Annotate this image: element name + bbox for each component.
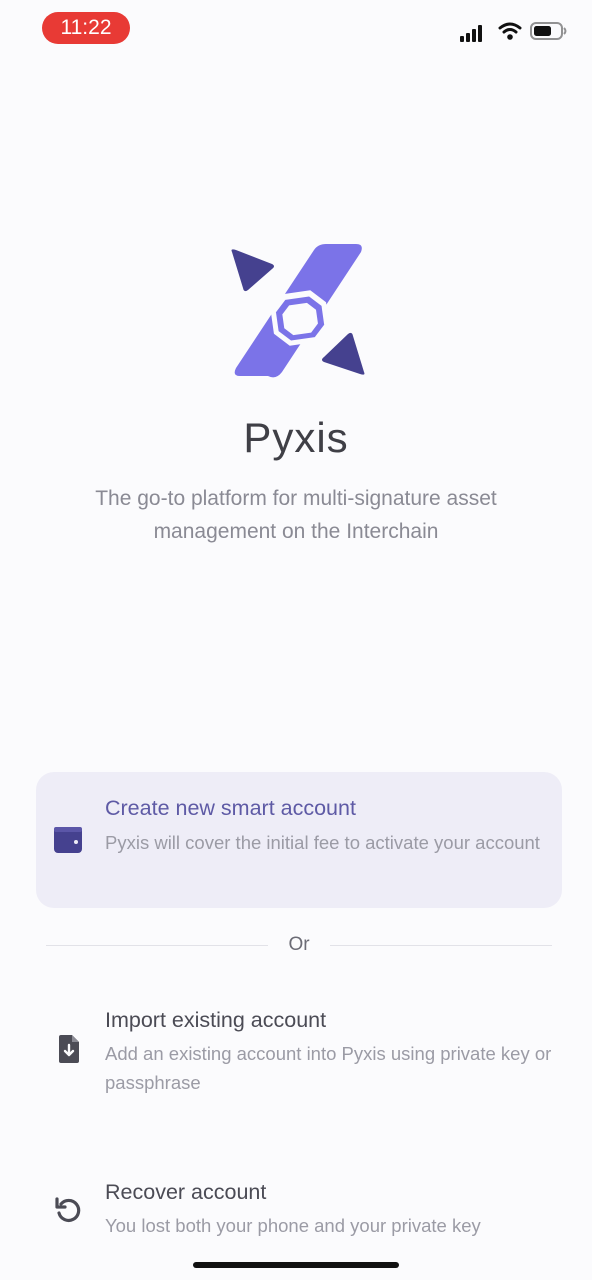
import-account-button[interactable]: Import existing account Add an existing … [36, 994, 562, 1104]
pyxis-compass-logo [231, 244, 365, 378]
option-description: Pyxis will cover the initial fee to acti… [105, 832, 540, 853]
pyxis-logo [228, 240, 368, 380]
option-title: Recover account [105, 1180, 267, 1204]
option-description: Add an existing account into Pyxis using… [105, 1043, 552, 1093]
signal-icon [460, 24, 486, 47]
app-tagline: The go-to platform for multi-signature a… [95, 487, 497, 543]
app-title: Pyxis [243, 414, 349, 461]
home-indicator[interactable] [193, 1262, 399, 1268]
status-bar: 11:22 [0, 0, 592, 56]
battery-icon [530, 21, 568, 46]
option-title: Create new smart account [105, 796, 356, 820]
divider-label: Or [288, 934, 310, 955]
recover-icon [54, 1196, 84, 1231]
status-time: 11:22 [42, 12, 130, 44]
divider-line [46, 945, 268, 946]
wifi-icon [498, 21, 522, 46]
file-download-icon [58, 1034, 80, 1069]
option-description: You lost both your phone and your privat… [105, 1215, 481, 1236]
wallet-icon [52, 825, 84, 860]
divider-line [330, 945, 552, 946]
recover-account-button[interactable]: Recover account You lost both your phone… [36, 1164, 562, 1244]
create-smart-account-button[interactable]: Create new smart account Pyxis will cove… [36, 772, 562, 908]
option-title: Import existing account [105, 1008, 327, 1032]
